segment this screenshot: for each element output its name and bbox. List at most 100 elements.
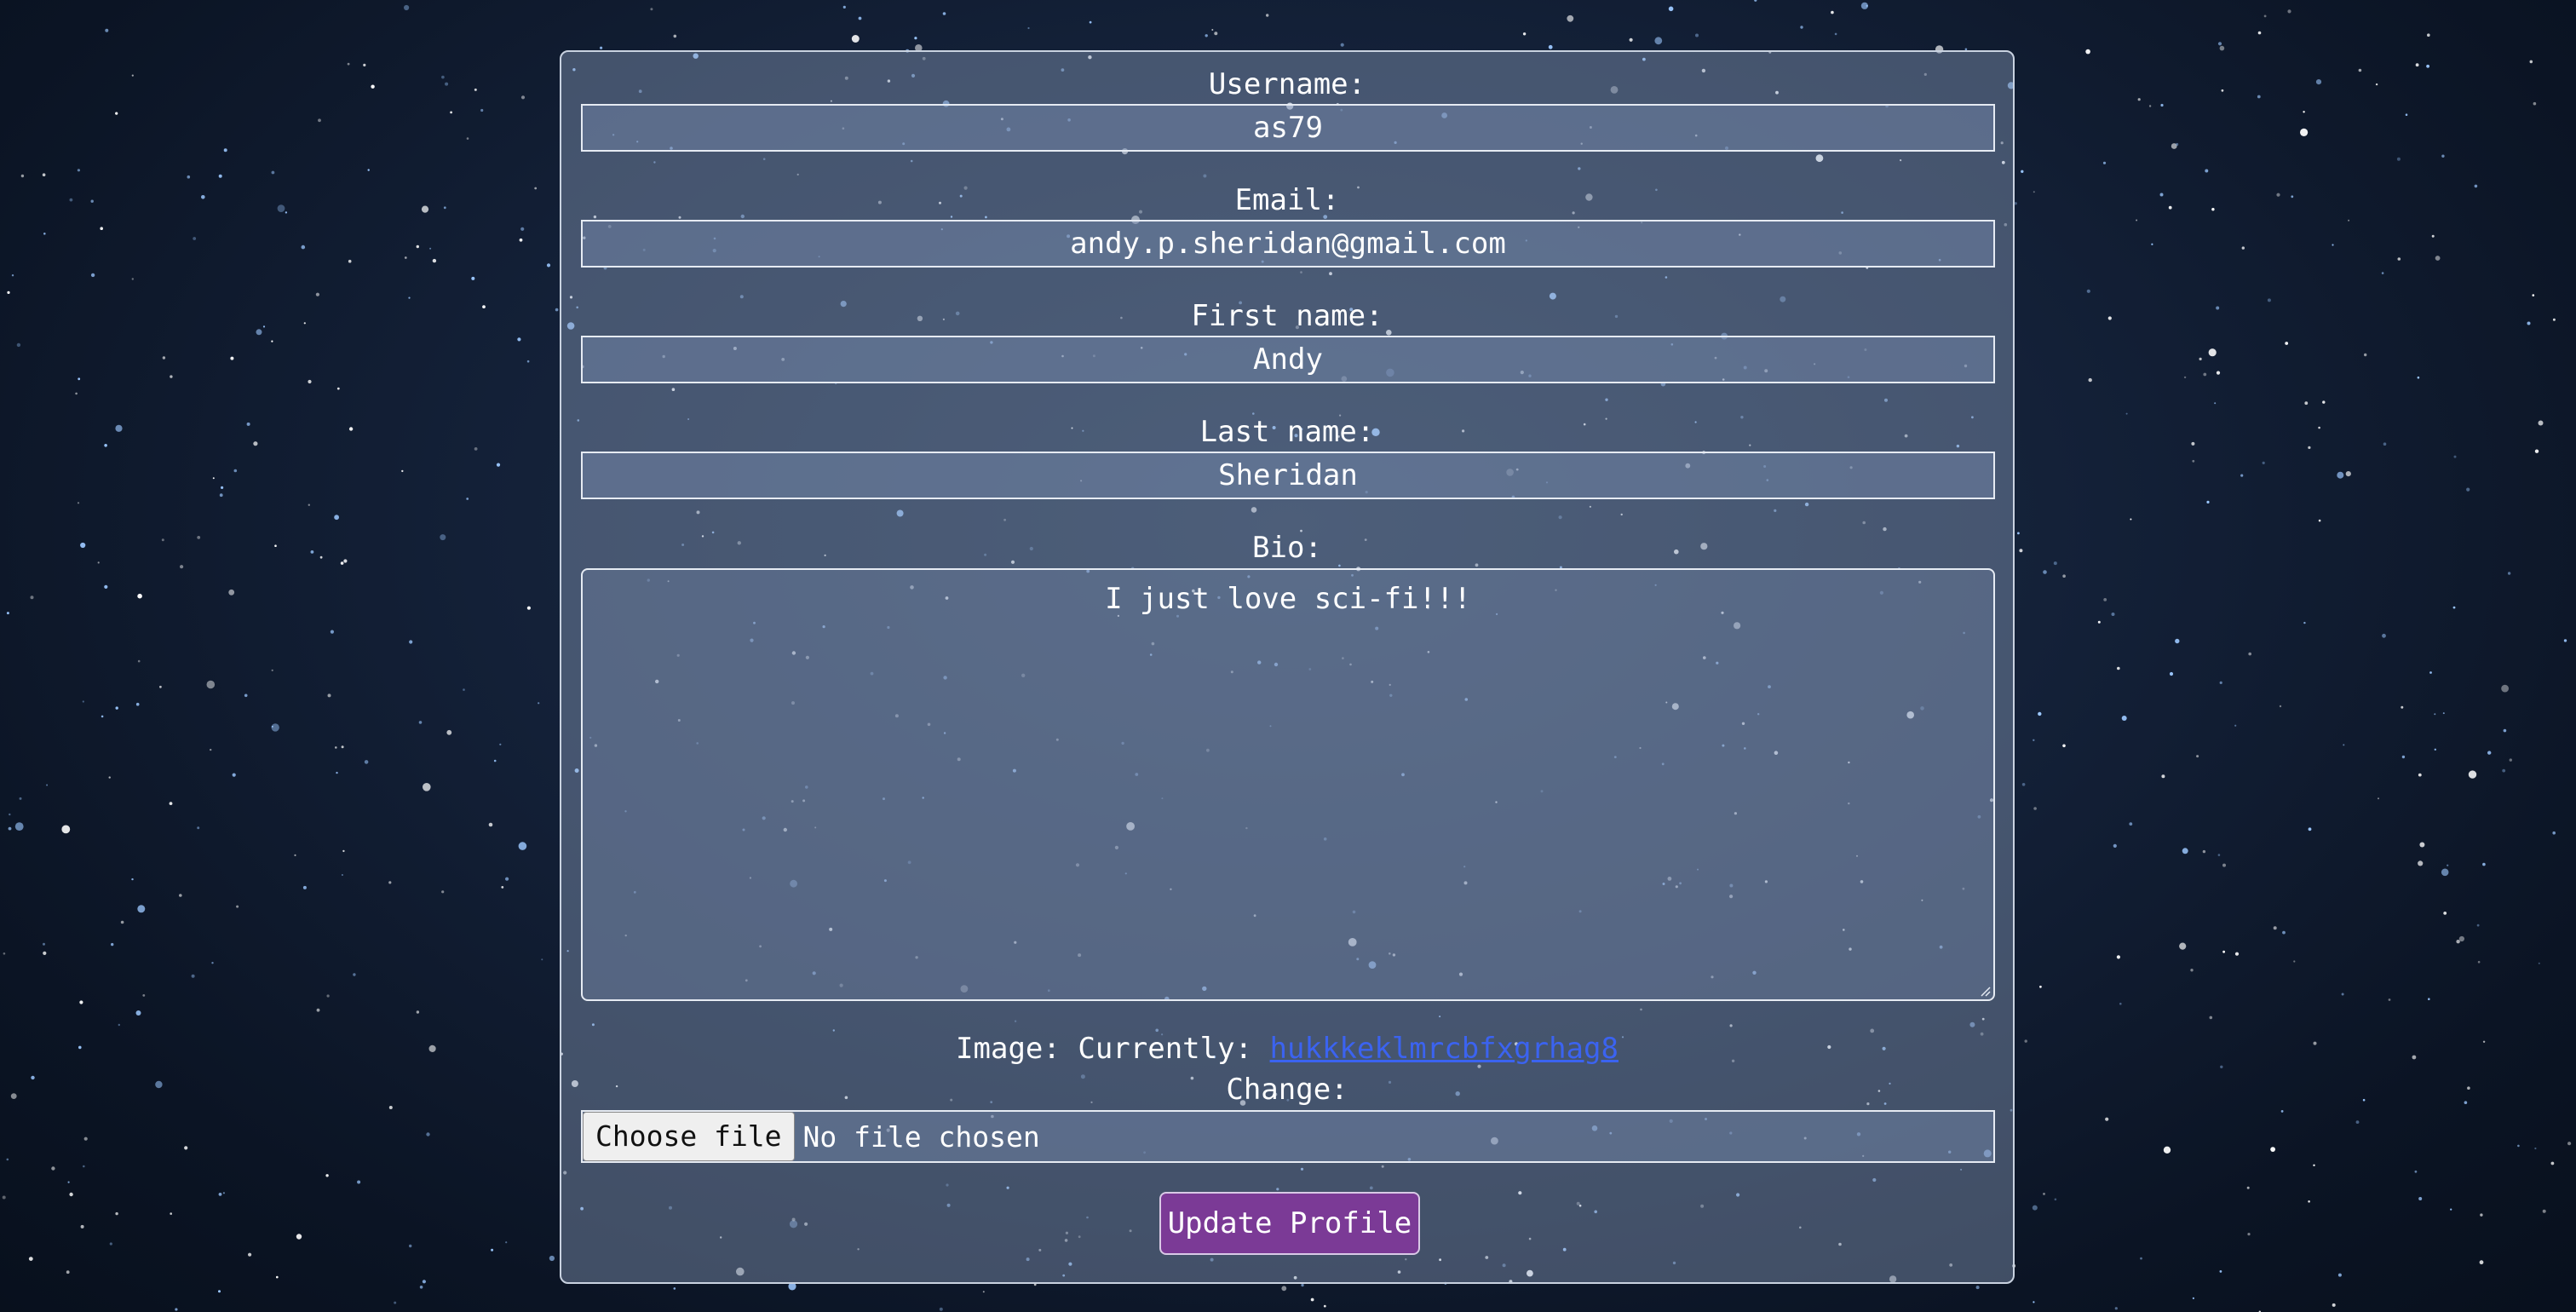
star xyxy=(2019,549,2023,553)
star xyxy=(2362,1098,2366,1102)
star xyxy=(16,342,21,348)
image-label: Image: xyxy=(956,1032,1061,1066)
star xyxy=(2415,63,2419,67)
star xyxy=(471,276,475,280)
resize-grip-icon[interactable] xyxy=(1979,985,1991,997)
star xyxy=(1027,26,1030,30)
star xyxy=(69,1192,73,1197)
star xyxy=(8,826,12,831)
star xyxy=(271,723,279,732)
star xyxy=(673,34,677,38)
star xyxy=(1629,37,1633,42)
star xyxy=(491,1248,494,1252)
profile-form-panel: Username: Email: First name: Last name: … xyxy=(560,50,2015,1284)
email-input[interactable] xyxy=(581,220,1995,268)
star xyxy=(2533,101,2537,106)
star xyxy=(2466,487,2470,492)
star xyxy=(914,37,917,40)
star xyxy=(428,1044,436,1052)
update-profile-button[interactable]: Update Profile xyxy=(1159,1192,1420,1255)
star xyxy=(2208,348,2217,357)
star xyxy=(276,1275,279,1279)
star xyxy=(2509,758,2512,762)
star xyxy=(600,46,603,49)
star xyxy=(120,920,124,924)
star xyxy=(169,802,173,805)
star xyxy=(2263,14,2267,18)
star xyxy=(2190,969,2194,972)
star xyxy=(499,743,502,745)
star xyxy=(2088,377,2092,383)
star xyxy=(348,259,352,263)
star xyxy=(2105,1117,2109,1121)
star xyxy=(2276,193,2280,197)
star xyxy=(526,360,530,363)
star xyxy=(520,227,525,231)
star xyxy=(2205,169,2209,173)
star xyxy=(2085,49,2090,55)
star xyxy=(2428,998,2430,1000)
star xyxy=(1800,26,1803,29)
current-image-link[interactable]: hukkkeklmrcbfxgrhag8 xyxy=(1270,1032,1619,1066)
star xyxy=(416,1010,420,1014)
choose-file-button[interactable]: Choose file xyxy=(583,1112,795,1161)
star xyxy=(2017,532,2020,535)
star xyxy=(364,760,369,764)
star xyxy=(423,783,431,791)
star xyxy=(505,1241,508,1244)
star xyxy=(315,292,319,296)
star xyxy=(115,1211,118,1216)
star xyxy=(2192,1297,2194,1299)
star xyxy=(191,974,195,978)
star xyxy=(2217,42,2222,46)
star xyxy=(219,493,223,498)
image-file-input[interactable]: Choose file No file chosen xyxy=(581,1110,1995,1163)
star xyxy=(418,721,423,724)
star xyxy=(2111,613,2115,616)
star xyxy=(2427,33,2430,37)
star xyxy=(2464,1101,2468,1104)
star xyxy=(422,1280,426,1284)
star xyxy=(232,773,236,777)
star xyxy=(2216,306,2220,310)
star xyxy=(2441,154,2445,158)
star xyxy=(541,958,543,961)
star xyxy=(131,878,134,881)
star xyxy=(82,700,84,703)
star xyxy=(2282,930,2286,935)
star xyxy=(2062,574,2066,578)
star xyxy=(2140,1257,2142,1260)
star xyxy=(1323,1304,1326,1308)
star xyxy=(2246,1186,2250,1189)
star xyxy=(20,174,25,178)
bio-textarea[interactable]: I just love sci-fi!!! xyxy=(581,568,1995,1001)
star xyxy=(51,1166,55,1171)
star xyxy=(2043,570,2047,574)
star xyxy=(155,1080,163,1089)
username-input[interactable] xyxy=(581,104,1995,152)
star xyxy=(342,849,345,853)
star xyxy=(2429,671,2432,674)
star xyxy=(429,247,432,250)
star xyxy=(2039,985,2042,988)
star xyxy=(2441,868,2449,877)
star xyxy=(285,211,288,214)
star xyxy=(2219,1270,2222,1273)
star xyxy=(2332,244,2334,246)
star xyxy=(115,112,118,115)
star xyxy=(1214,32,1218,36)
first-name-input[interactable] xyxy=(581,336,1995,383)
star xyxy=(271,340,273,342)
star xyxy=(2175,638,2180,644)
star xyxy=(97,561,100,564)
star xyxy=(170,375,173,378)
last-name-input[interactable] xyxy=(581,452,1995,499)
star xyxy=(432,258,437,263)
star xyxy=(2479,1260,2484,1265)
star xyxy=(67,1181,70,1183)
star xyxy=(851,35,860,43)
star xyxy=(2388,998,2391,1001)
star xyxy=(175,1308,178,1311)
star xyxy=(363,63,366,66)
star xyxy=(2221,89,2224,92)
